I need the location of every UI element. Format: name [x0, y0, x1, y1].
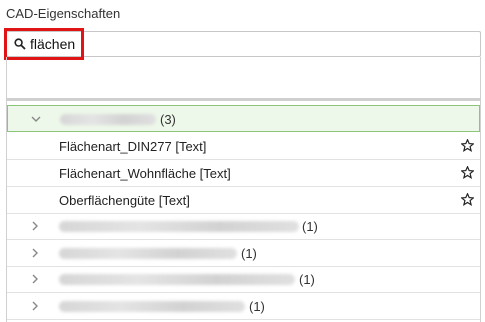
chevron-right-icon[interactable] [29, 300, 41, 312]
tree-group-collapsed[interactable]: (1) [7, 266, 480, 293]
group-count: (1) [299, 272, 315, 287]
tree-group-collapsed[interactable]: (1) [7, 240, 480, 267]
star-outline-icon[interactable] [461, 139, 474, 152]
group-count: (1) [302, 219, 318, 234]
group-name-redacted [60, 114, 156, 125]
tree-group-expanded[interactable]: (3) [7, 105, 480, 132]
star-outline-icon[interactable] [461, 193, 474, 206]
tree-group-collapsed[interactable]: (1) [7, 213, 480, 240]
chevron-right-icon[interactable] [29, 273, 41, 285]
property-label: Oberflächengüte [Text] [59, 193, 190, 208]
list-separator [6, 98, 481, 101]
chevron-right-icon[interactable] [29, 220, 41, 232]
group-name-redacted [59, 221, 299, 232]
tree-group-collapsed[interactable]: (1) [7, 293, 480, 320]
tree-child-row[interactable]: Oberflächengüte [Text] [7, 187, 480, 214]
tree-child-row[interactable]: Flächenart_Wohnfläche [Text] [7, 160, 480, 187]
panel-title: CAD-Eigenschaften [6, 6, 121, 21]
group-name-redacted [59, 301, 245, 312]
chevron-down-icon[interactable] [30, 113, 42, 125]
chevron-right-icon[interactable] [29, 247, 41, 259]
search-input[interactable] [30, 35, 470, 53]
group-count: (1) [241, 246, 257, 261]
group-count: (3) [160, 112, 176, 127]
search-field[interactable] [6, 31, 481, 57]
tree-child-row[interactable]: Flächenart_DIN277 [Text] [7, 133, 480, 160]
group-name-redacted [59, 248, 237, 259]
search-icon [14, 38, 26, 50]
star-outline-icon[interactable] [461, 166, 474, 179]
property-label: Flächenart_DIN277 [Text] [59, 139, 207, 154]
group-name-redacted [59, 274, 295, 285]
group-count: (1) [249, 299, 265, 314]
property-label: Flächenart_Wohnfläche [Text] [59, 166, 231, 181]
